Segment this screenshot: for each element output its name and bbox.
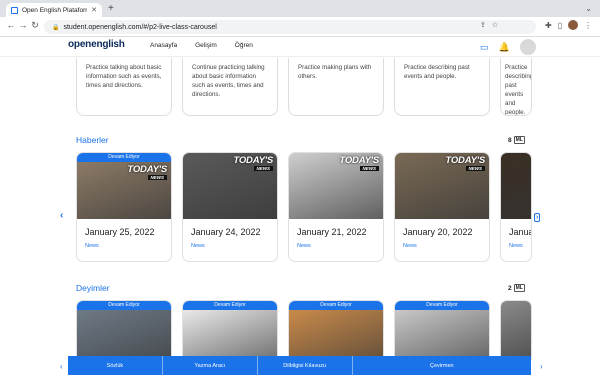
todays-label: TODAY'S bbox=[445, 155, 485, 166]
profile-avatar[interactable] bbox=[568, 20, 579, 30]
lesson-cards-row: Practice talking about basic information… bbox=[76, 58, 532, 116]
main-nav: Anasayfa Gelişim Öğren bbox=[150, 42, 253, 49]
todays-label: TODAY'S bbox=[233, 155, 273, 166]
news-count: 8 ML bbox=[508, 136, 525, 144]
news-tag: NEWS bbox=[253, 166, 273, 171]
nav-anasayfa[interactable]: Anasayfa bbox=[150, 42, 177, 49]
idioms-prev-icon[interactable]: ‹ bbox=[60, 362, 63, 371]
browser-tab[interactable]: Open English Plataforma ✕ bbox=[6, 3, 102, 17]
news-category[interactable]: News bbox=[501, 237, 531, 249]
news-card[interactable]: TODAY'S NEWS January 20, 2022 News bbox=[394, 152, 490, 262]
url-field[interactable]: 🔒 student.openenglish.com/#/p2-live-clas… bbox=[44, 20, 536, 34]
news-thumbnail: TODAY'S NEWS bbox=[77, 162, 171, 219]
browser-tabstrip: Open English Plataforma ✕ + ⌄ bbox=[0, 0, 600, 17]
bookmark-star-icon[interactable]: ☆ bbox=[492, 21, 498, 29]
news-category[interactable]: News bbox=[395, 237, 489, 249]
news-card[interactable]: TODAY'S NEWS January 21, 2022 News bbox=[288, 152, 384, 262]
site-header: openenglish Anasayfa Gelişim Öğren ▭ 🔔 bbox=[0, 37, 600, 57]
favicon-icon bbox=[11, 6, 18, 14]
news-card[interactable]: TODAY'S NEWS January 24, 2022 News bbox=[182, 152, 278, 262]
main-content: Practice talking about basic information… bbox=[0, 58, 600, 375]
idiom-thumbnail bbox=[183, 310, 277, 359]
reload-icon[interactable]: ↻ bbox=[28, 20, 42, 31]
news-tag: NEWS bbox=[359, 166, 379, 171]
nav-gelisim[interactable]: Gelişim bbox=[195, 42, 217, 49]
news-date: January 24, 2022 bbox=[191, 227, 261, 237]
share-icon[interactable]: ⇪ bbox=[480, 21, 486, 29]
carousel-next-icon[interactable]: › bbox=[534, 213, 541, 222]
news-tag: NEWS bbox=[147, 175, 167, 180]
in-progress-badge: Devam Ediyor bbox=[289, 301, 383, 310]
writing-tool-button[interactable]: Yazma Aracı bbox=[163, 356, 258, 375]
nav-ogren[interactable]: Öğren bbox=[235, 42, 253, 49]
tab-title: Open English Plataforma bbox=[22, 6, 88, 14]
news-count-value: 8 bbox=[508, 136, 512, 144]
lesson-card[interactable]: Practice talking about basic information… bbox=[76, 58, 172, 116]
news-tag: NEWS bbox=[465, 166, 485, 171]
lesson-card[interactable]: Practice making plans with others. bbox=[288, 58, 384, 116]
dictionary-button[interactable]: Sözlük bbox=[68, 356, 163, 375]
logo[interactable]: openenglish bbox=[68, 39, 125, 50]
idioms-count-value: 2 bbox=[508, 284, 512, 292]
close-tab-icon[interactable]: ✕ bbox=[91, 6, 97, 14]
lock-icon: 🔒 bbox=[52, 24, 60, 31]
news-thumbnail: TODAY'S NEWS bbox=[395, 153, 489, 219]
news-category[interactable]: News bbox=[77, 237, 171, 249]
lesson-card[interactable]: Practice describing past events and peop… bbox=[500, 58, 532, 116]
new-tab-icon[interactable]: + bbox=[108, 3, 114, 14]
news-date: January 21, 2022 bbox=[297, 227, 367, 237]
idiom-card[interactable]: Devam Ediyor bbox=[394, 300, 490, 360]
news-thumbnail: TODAY'S NEWS bbox=[289, 153, 383, 219]
carousel-prev-icon[interactable]: ‹ bbox=[60, 210, 63, 221]
idiom-card[interactable]: Devam Ediyor bbox=[288, 300, 384, 360]
level-icon: ML bbox=[513, 284, 525, 292]
news-date: January 2022 bbox=[509, 227, 531, 237]
in-progress-badge: Devam Ediyor bbox=[77, 301, 171, 310]
idiom-thumbnail bbox=[77, 310, 171, 359]
news-section-title: Haberler bbox=[76, 135, 109, 145]
level-icon: ML bbox=[513, 136, 525, 144]
grammar-guide-button[interactable]: Dilbilgisi Kılavuzu bbox=[258, 356, 353, 375]
idioms-section-title: Deyimler bbox=[76, 283, 110, 293]
idioms-next-icon[interactable]: › bbox=[540, 362, 543, 371]
url-text: student.openenglish.com/#/p2-live-class-… bbox=[63, 23, 217, 31]
idiom-thumbnail bbox=[289, 310, 383, 359]
news-thumbnail bbox=[501, 153, 531, 219]
tab-search-icon[interactable]: ⌄ bbox=[585, 4, 592, 13]
idiom-thumbnail bbox=[501, 301, 531, 359]
user-avatar[interactable] bbox=[519, 39, 536, 55]
idioms-carousel: Devam Ediyor Devam Ediyor Devam Ediyor D… bbox=[76, 300, 532, 360]
in-progress-badge: Devam Ediyor bbox=[77, 153, 171, 162]
tools-toolbar: Sözlük Yazma Aracı Dilbilgisi Kılavuzu Ç… bbox=[68, 356, 531, 375]
extensions-icon[interactable]: ✚ bbox=[545, 21, 552, 30]
translator-button[interactable]: Çevirmen bbox=[353, 356, 531, 375]
lesson-card[interactable]: Continue practicing talking about basic … bbox=[182, 58, 278, 116]
in-progress-badge: Devam Ediyor bbox=[395, 301, 489, 310]
todays-label: TODAY'S bbox=[339, 155, 379, 166]
news-carousel: Devam Ediyor TODAY'S NEWS January 25, 20… bbox=[76, 152, 532, 262]
idiom-card[interactable]: Devam Ediyor bbox=[182, 300, 278, 360]
idiom-thumbnail bbox=[395, 310, 489, 359]
news-category[interactable]: News bbox=[289, 237, 383, 249]
idiom-card[interactable] bbox=[500, 300, 532, 360]
todays-label: TODAY'S bbox=[127, 164, 167, 175]
news-card[interactable]: Devam Ediyor TODAY'S NEWS January 25, 20… bbox=[76, 152, 172, 262]
lesson-card[interactable]: Practice describing past events and peop… bbox=[394, 58, 490, 116]
chat-icon[interactable]: ▭ bbox=[480, 42, 489, 53]
news-date: January 25, 2022 bbox=[85, 227, 155, 237]
news-card[interactable]: January 2022 News bbox=[500, 152, 532, 262]
idiom-card[interactable]: Devam Ediyor bbox=[76, 300, 172, 360]
address-bar-row: ← → ↻ 🔒 student.openenglish.com/#/p2-liv… bbox=[0, 17, 600, 37]
news-thumbnail: TODAY'S NEWS bbox=[183, 153, 277, 219]
news-category[interactable]: News bbox=[183, 237, 277, 249]
bell-icon[interactable]: 🔔 bbox=[499, 42, 510, 53]
in-progress-badge: Devam Ediyor bbox=[183, 301, 277, 310]
news-date: January 20, 2022 bbox=[403, 227, 473, 237]
idioms-count: 2 ML bbox=[508, 284, 525, 292]
menu-icon[interactable]: ⋮ bbox=[584, 21, 592, 30]
sidebar-icon[interactable]: ▯ bbox=[558, 21, 562, 30]
